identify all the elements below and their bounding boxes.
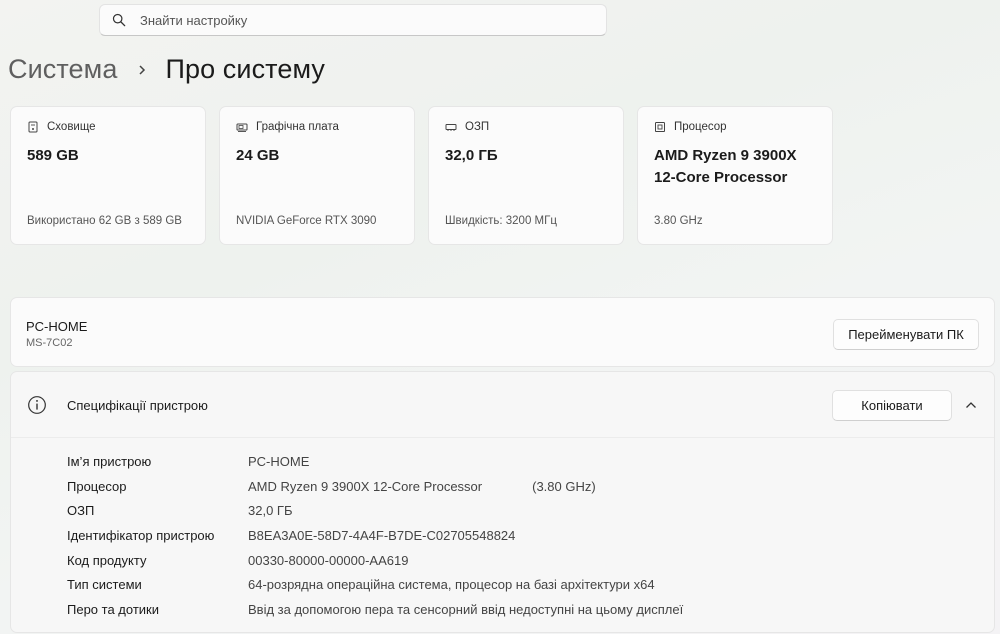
copy-button[interactable]: Копіювати <box>832 390 952 421</box>
spec-row: Процесор AMD Ryzen 9 3900X 12-Core Proce… <box>67 474 683 499</box>
rename-pc-button[interactable]: Перейменувати ПК <box>833 319 979 350</box>
spec-row: Тип системи 64-розрядна операційна систе… <box>67 572 683 597</box>
card-value: AMD Ryzen 9 3900X <box>654 147 797 164</box>
search-input[interactable] <box>140 12 560 28</box>
spec-value: B8EA3A0E-58D7-4A4F-B7DE-C02705548824 <box>248 527 516 543</box>
spec-value: 00330-80000-00000-AA619 <box>248 552 409 568</box>
gpu-icon <box>236 123 248 132</box>
card-caption: Процесор <box>674 121 727 133</box>
spec-value: Ввід за допомогою пера та сенсорний ввід… <box>248 601 684 617</box>
breadcrumb: Система Про систему <box>8 54 325 85</box>
spec-value-extra: (3.80 GHz) <box>532 478 596 494</box>
search-box[interactable] <box>99 4 607 36</box>
card-subtext: Швидкість: 3200 МГц <box>445 215 557 227</box>
spec-value: AMD Ryzen 9 3900X 12-Core Processor <box>248 478 483 494</box>
card-caption: Сховище <box>47 121 96 133</box>
spec-row: Перо та дотики Ввід за допомогою пера та… <box>67 597 683 622</box>
pc-name-panel: PC-HOME MS-7C02 Перейменувати ПК <box>10 297 995 367</box>
page-title: Про систему <box>165 54 326 84</box>
device-specs-panel: Специфікації пристрою Копіювати Ім’я при… <box>10 371 995 633</box>
spec-key: Код продукту <box>67 552 147 568</box>
spec-key: Тип системи <box>67 577 142 593</box>
spec-row: Ідентифікатор пристрою B8EA3A0E-58D7-4A4… <box>67 523 683 548</box>
card-gpu[interactable]: Графічна плата 24 GB NVIDIA GeForce RTX … <box>219 106 415 245</box>
card-subtext: NVIDIA GeForce RTX 3090 <box>236 215 377 227</box>
breadcrumb-parent[interactable]: Система <box>8 54 117 85</box>
card-value: 24 GB <box>236 147 280 164</box>
spec-row: Код продукту 00330-80000-00000-AA619 <box>67 548 683 573</box>
device-specs-header[interactable]: Специфікації пристрою Копіювати <box>11 372 994 438</box>
card-caption: Графічна плата <box>256 121 339 133</box>
cpu-icon <box>655 122 665 132</box>
card-ram[interactable]: ОЗП 32,0 ГБ Швидкість: 3200 МГц <box>428 106 624 245</box>
spec-row: ОЗП 32,0 ГБ <box>67 498 683 523</box>
card-value: 589 GB <box>27 147 79 164</box>
spec-value: 64-розрядна операційна система, процесор… <box>248 577 655 593</box>
card-value-line2: 12-Core Processor <box>654 169 788 186</box>
ram-icon <box>445 124 457 131</box>
card-subtext: Використано 62 GB з 589 GB <box>27 215 182 227</box>
chevron-right-icon <box>137 64 147 76</box>
spec-key: Перо та дотики <box>67 601 159 617</box>
spec-key: Процесор <box>67 478 127 494</box>
card-cpu[interactable]: Процесор AMD Ryzen 9 3900X 12-Core Proce… <box>637 106 833 245</box>
card-storage[interactable]: Сховище 589 GB Використано 62 GB з 589 G… <box>10 106 206 245</box>
device-specs-title: Специфікації пристрою <box>67 398 208 413</box>
pc-name: PC-HOME <box>26 319 88 334</box>
info-icon <box>28 396 46 414</box>
spec-value: 32,0 ГБ <box>248 503 293 519</box>
card-subtext: 3.80 GHz <box>654 215 703 227</box>
spec-value: PC-HOME <box>248 453 310 469</box>
chevron-up-icon[interactable] <box>962 396 980 414</box>
spec-row: Ім’я пристрою PC-HOME <box>67 449 683 474</box>
pc-model: MS-7C02 <box>26 337 73 349</box>
card-value: 32,0 ГБ <box>445 147 498 164</box>
search-icon <box>112 13 126 27</box>
storage-icon <box>28 121 38 133</box>
spec-key: Ідентифікатор пристрою <box>67 527 215 543</box>
spec-list: Ім’я пристрою PC-HOME Процесор AMD Ryzen… <box>67 449 683 622</box>
spec-key: Ім’я пристрою <box>67 453 152 469</box>
card-caption: ОЗП <box>465 121 490 133</box>
spec-key: ОЗП <box>67 503 95 519</box>
